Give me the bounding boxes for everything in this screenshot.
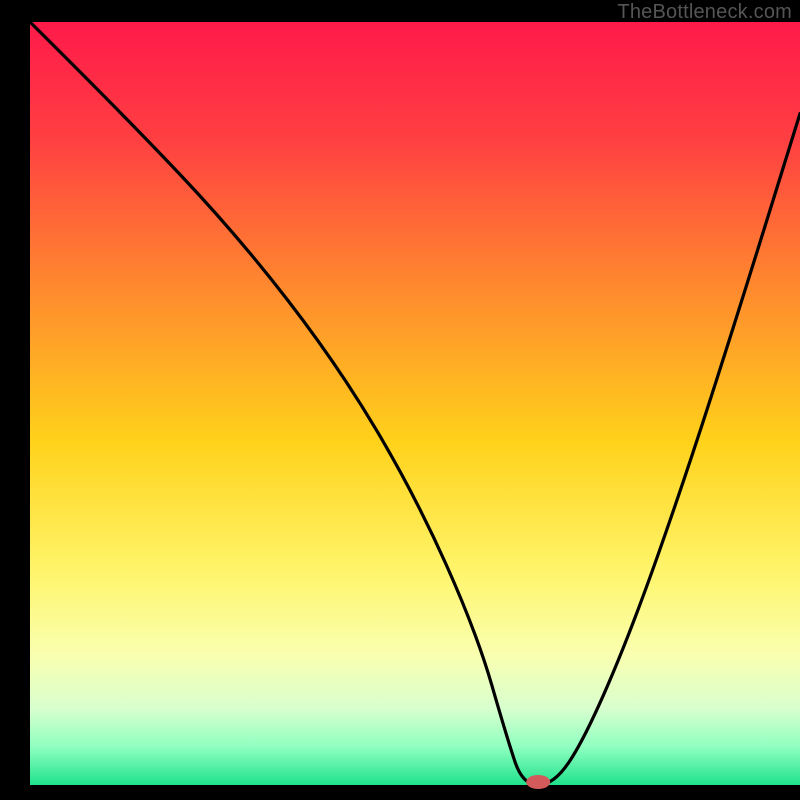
- watermark-text: TheBottleneck.com: [617, 1, 792, 24]
- optimal-marker: [526, 775, 550, 789]
- chart-frame: TheBottleneck.com: [0, 0, 800, 800]
- bottleneck-chart: [0, 0, 800, 800]
